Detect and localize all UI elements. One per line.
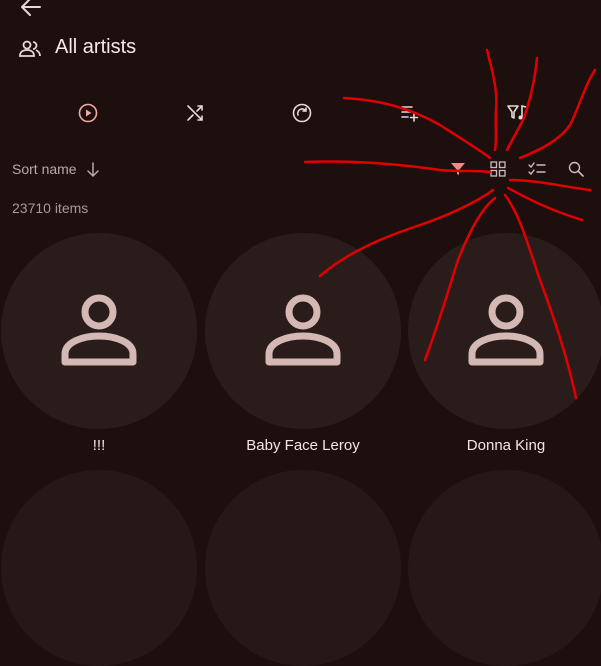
person-icon — [265, 294, 341, 366]
arrow-down-icon[interactable] — [86, 162, 100, 178]
checklist-icon[interactable] — [528, 162, 546, 176]
play-circle-icon[interactable] — [78, 103, 98, 123]
person-icon — [61, 294, 137, 366]
sort-label[interactable]: Sort name — [12, 161, 77, 177]
grid-icon[interactable] — [490, 161, 506, 177]
filter-music-icon[interactable] — [506, 103, 528, 123]
filter-icon[interactable] — [450, 162, 466, 176]
people-icon — [19, 40, 41, 57]
items-count: 23710 items — [12, 200, 89, 216]
avatar — [408, 470, 601, 666]
refresh-circle-icon[interactable] — [292, 103, 312, 123]
page-title: All artists — [55, 36, 137, 58]
avatar — [205, 470, 401, 666]
playlist-add-icon[interactable] — [400, 104, 420, 122]
artist-name: Donna King — [466, 437, 546, 454]
person-icon — [468, 294, 544, 366]
search-icon[interactable] — [568, 161, 584, 177]
back-arrow-icon[interactable] — [20, 0, 42, 17]
avatar — [1, 470, 197, 666]
artist-name: !!! — [92, 437, 106, 454]
shuffle-icon[interactable] — [185, 103, 205, 123]
artist-name: Baby Face Leroy — [246, 437, 360, 454]
